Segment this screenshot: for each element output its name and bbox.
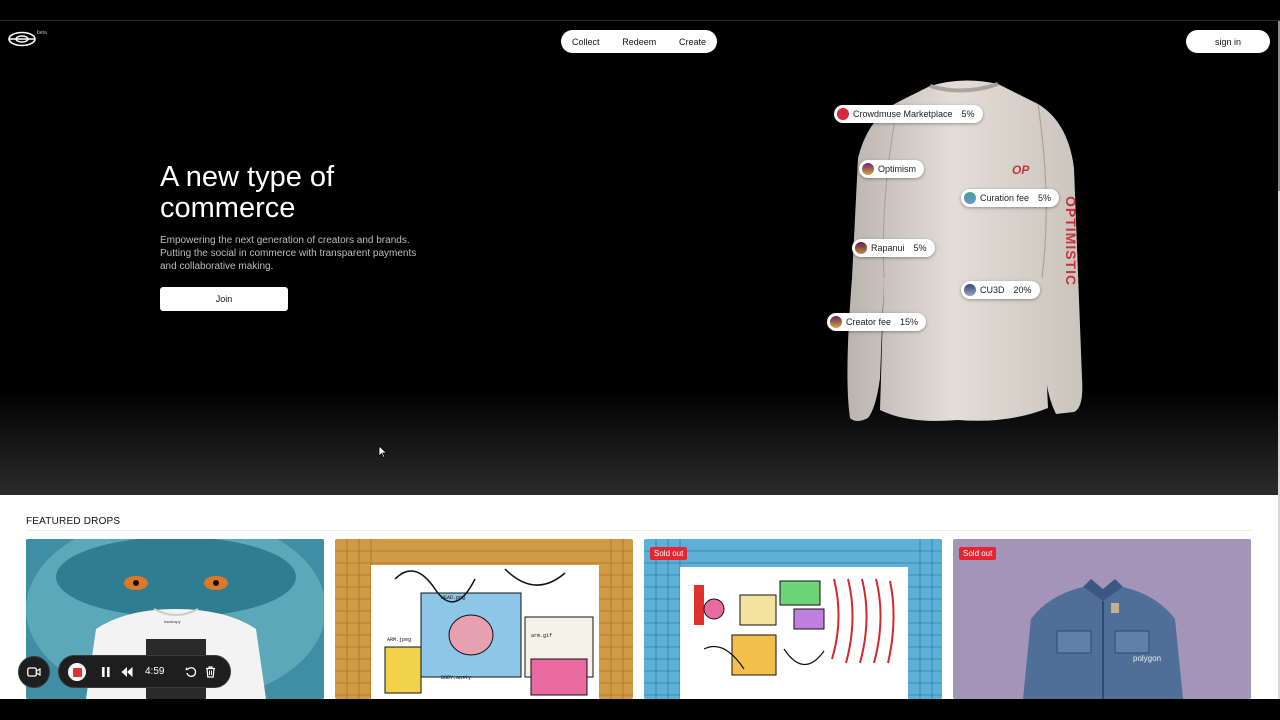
- chip-name: Crowdmuse Marketplace: [853, 109, 953, 119]
- denim-jacket-image: polygon: [953, 539, 1251, 699]
- trash-icon[interactable]: [205, 666, 216, 678]
- cu3d-avatar-icon: [964, 284, 976, 296]
- chip-name: Rapanui: [871, 243, 905, 253]
- stop-icon: [72, 667, 82, 677]
- video-camera-icon: [27, 667, 41, 677]
- panel-label-arm-gif: arm.gif: [531, 633, 552, 639]
- chip-percent: 20%: [1013, 285, 1032, 295]
- chip-name: Curation fee: [980, 193, 1030, 203]
- drop-card-2[interactable]: HEAD.png ARM.jpeg arm.gif BODY.ansty: [335, 539, 633, 699]
- crowdmuse-avatar-icon: [837, 108, 849, 120]
- creator-avatar-icon: [830, 316, 842, 328]
- subtext-line-3: and collaborative making.: [160, 261, 274, 272]
- sold-out-badge: Sold out: [959, 547, 997, 560]
- restart-icon[interactable]: [185, 666, 197, 678]
- headline-line-2: commerce: [160, 192, 296, 224]
- join-button[interactable]: Join: [160, 287, 288, 311]
- rewind-icon[interactable]: [121, 666, 133, 678]
- chip-percent: 15%: [900, 317, 919, 327]
- recording-timer: 4:59: [145, 666, 165, 677]
- hero-subtext: Empowering the next generation of creato…: [160, 234, 460, 273]
- subtext-line-2: Putting the social in commerce with tran…: [160, 248, 417, 259]
- chip-name: CU3D: [980, 285, 1005, 295]
- beta-label: beta: [37, 30, 47, 36]
- mouse-cursor-icon: [378, 445, 388, 459]
- chip-percent: 5%: [913, 243, 927, 253]
- fee-chip-cu3d[interactable]: CU3D 20%: [961, 281, 1040, 299]
- sign-in-button[interactable]: sign in: [1186, 30, 1270, 53]
- chip-name: Optimism: [878, 164, 916, 174]
- pause-icon[interactable]: [101, 666, 111, 678]
- jacket-brand-tag: polygon: [1133, 654, 1161, 663]
- fee-chip-optimism[interactable]: Optimism: [859, 160, 924, 178]
- blue-grid-image: [644, 539, 942, 699]
- tee-label: hardcopy: [164, 619, 180, 624]
- fee-chip-curation[interactable]: Curation fee 5%: [961, 189, 1060, 207]
- sold-out-badge: Sold out: [650, 547, 688, 560]
- fee-chip-crowdmuse[interactable]: Crowdmuse Marketplace 5%: [834, 105, 983, 123]
- nav-create[interactable]: Create: [679, 37, 706, 47]
- drop-card-4[interactable]: polygon Sold out: [953, 539, 1251, 699]
- curation-avatar-icon: [964, 192, 976, 204]
- panel-label-arm: ARM.jpeg: [387, 637, 411, 643]
- featured-heading: FEATURED DROPS: [26, 516, 121, 527]
- headline-line-1: A new type of: [160, 161, 335, 193]
- camera-toggle-button[interactable]: [18, 656, 50, 688]
- fee-chip-rapanui[interactable]: Rapanui 5%: [852, 239, 935, 257]
- bottom-bar: [0, 699, 1280, 720]
- sweater-image: OP OPTIMISTIC: [847, 80, 1083, 421]
- hero-headline: A new type of commerce: [160, 162, 460, 224]
- chip-percent: 5%: [1038, 193, 1052, 203]
- page: beta Collect Redeem Create sign in A new…: [0, 0, 1280, 720]
- rapanui-avatar-icon: [855, 242, 867, 254]
- panel-label-head: HEAD.png: [441, 595, 465, 601]
- chip-percent: 5%: [961, 109, 975, 119]
- featured-divider: [26, 530, 1252, 531]
- stop-recording-button[interactable]: [68, 663, 86, 681]
- chip-name: Creator fee: [846, 317, 892, 327]
- panel-label-body: BODY.ansty: [441, 675, 471, 681]
- recorder-controls: 4:59: [58, 655, 231, 688]
- nav-redeem[interactable]: Redeem: [622, 37, 656, 47]
- main-nav: Collect Redeem Create: [561, 30, 717, 53]
- subtext-line-1: Empowering the next generation of creato…: [160, 235, 410, 246]
- drop-card-3[interactable]: Sold out: [644, 539, 942, 699]
- sweater-print-sleeve: OPTIMISTIC: [1063, 196, 1079, 286]
- optimism-avatar-icon: [862, 163, 874, 175]
- sweater-print-chest: OP: [1012, 163, 1030, 177]
- comic-grid-image: HEAD.png ARM.jpeg arm.gif BODY.ansty: [335, 539, 633, 699]
- nav-collect[interactable]: Collect: [572, 37, 600, 47]
- fee-chip-creator[interactable]: Creator fee 15%: [827, 313, 927, 331]
